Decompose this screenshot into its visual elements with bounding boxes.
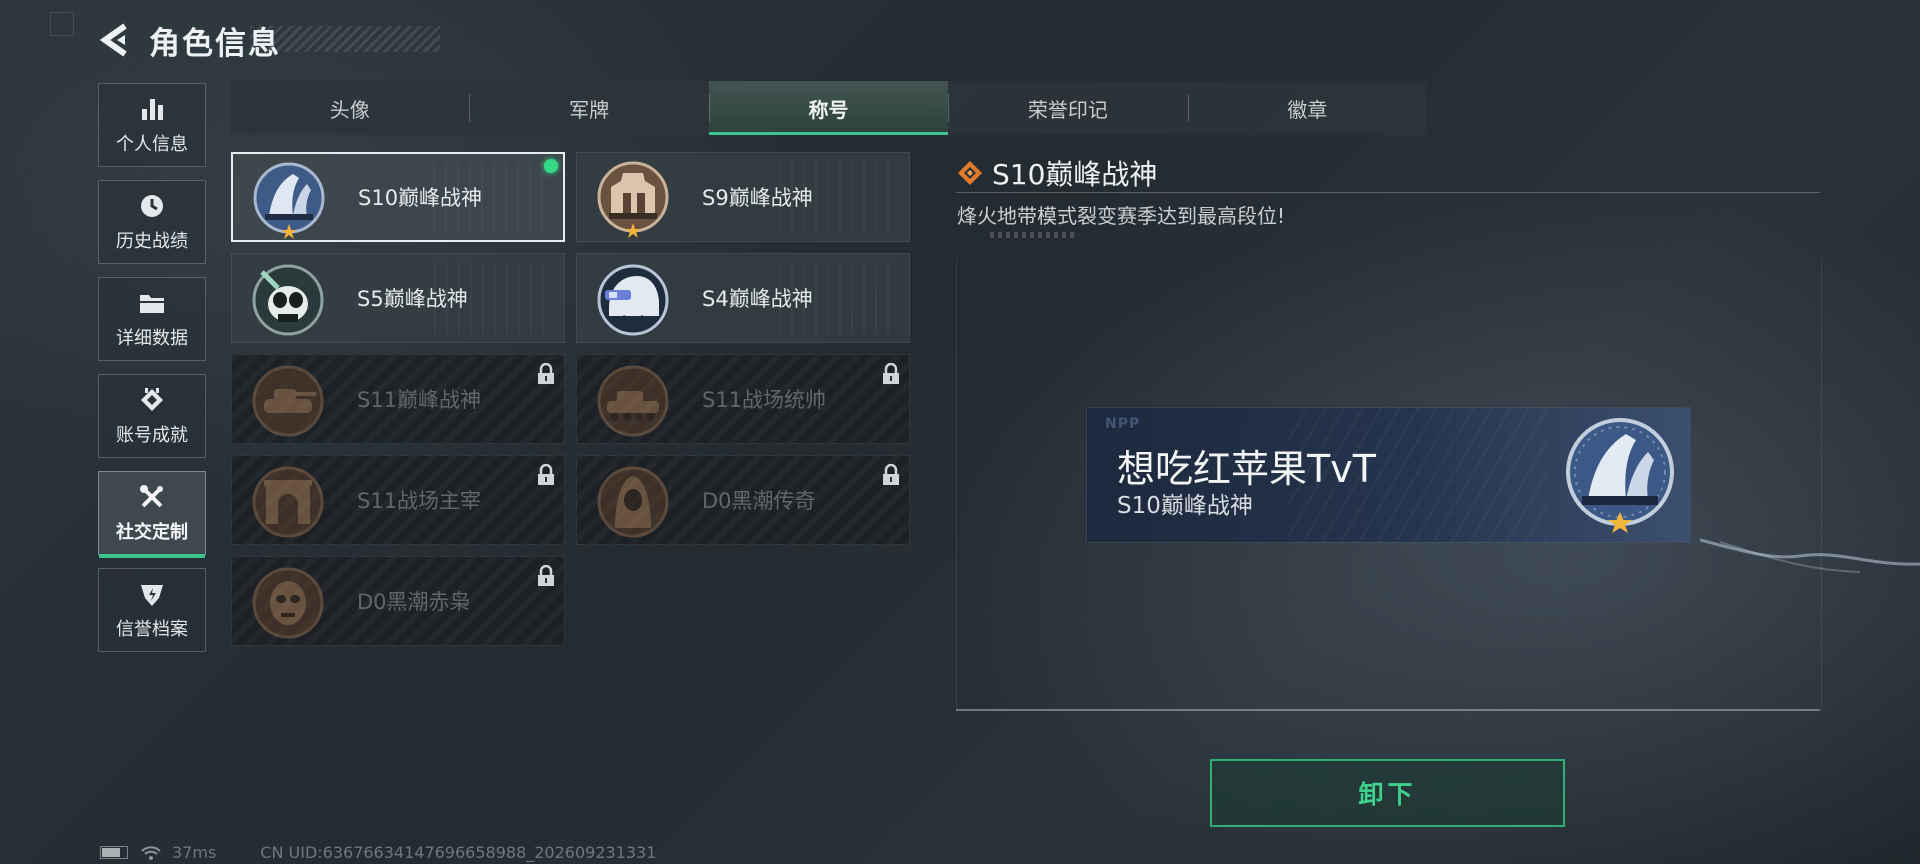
helmet-medal-icon — [597, 264, 669, 336]
folder-icon — [137, 288, 167, 318]
title-card[interactable]: S4巅峰战神 — [576, 253, 910, 343]
player-title: S10巅峰战神 — [1117, 493, 1253, 519]
detail-title: S10巅峰战神 — [992, 158, 1158, 191]
title-name: S11巅峰战神 — [357, 388, 482, 412]
user-uid: CN UID:6367663414769665898​8_20260923133… — [260, 843, 657, 862]
lightning-decoration — [1700, 538, 1920, 573]
tab-bar: 头像 军牌 称号 荣誉印记 徽章 — [230, 81, 1427, 135]
clock-icon — [137, 191, 167, 221]
sidebar-item-label: 详细数据 — [116, 328, 188, 349]
back-button[interactable] — [95, 20, 135, 60]
tab-title[interactable]: 称号 — [708, 81, 949, 135]
title-card[interactable]: S10巅峰战神 — [231, 152, 565, 242]
sidebar-item-achievements[interactable]: 账号成就 — [98, 374, 206, 458]
title-card[interactable]: S9巅峰战神 — [576, 152, 910, 242]
sidebar-item-credit[interactable]: 信誉档案 — [98, 568, 206, 652]
sidebar-item-profile[interactable]: 个人信息 — [98, 83, 206, 167]
tank-medal-icon — [252, 365, 324, 437]
sidebar-item-data[interactable]: 详细数据 — [98, 277, 206, 361]
title-name: S10巅峰战神 — [358, 186, 483, 210]
title-card[interactable]: D0黑潮赤枭 — [231, 556, 565, 646]
tower-medal-icon — [1566, 418, 1674, 533]
title-name: S4巅峰战神 — [702, 287, 813, 311]
corner-decoration — [50, 12, 74, 36]
title-name: S5巅峰战神 — [357, 287, 468, 311]
battery-icon — [100, 846, 128, 859]
header: 角色信息 — [95, 18, 281, 62]
title-card[interactable]: S11巅峰战神 — [231, 354, 565, 444]
page-title: 角色信息 — [149, 25, 281, 62]
title-card[interactable]: S11战场统帅 — [576, 354, 910, 444]
detail-header: S10巅峰战神 — [956, 153, 1157, 193]
tools-icon — [137, 482, 167, 512]
title-name: S11战场统帅 — [702, 388, 827, 412]
tab-honor-mark[interactable]: 荣誉印记 — [948, 81, 1187, 135]
lock-icon — [883, 464, 899, 485]
lock-icon — [538, 565, 554, 586]
title-card[interactable]: S11战场主宰 — [231, 455, 565, 545]
title-name: S11战场主宰 — [357, 489, 482, 513]
shield-icon — [137, 579, 167, 609]
title-name: S9巅峰战神 — [702, 186, 813, 210]
player-name: 想吃红苹果TvT — [1117, 447, 1376, 491]
wifi-icon — [141, 845, 161, 860]
sidebar-item-label: 个人信息 — [116, 134, 188, 155]
divider — [956, 709, 1820, 711]
skull-medal-icon — [252, 264, 324, 336]
achievement-icon — [137, 385, 167, 415]
lock-icon — [538, 464, 554, 485]
sidebar-item-label: 历史战绩 — [116, 231, 188, 252]
name-card-preview: NPP 想吃红苹果TvT S10巅峰战神 — [1087, 408, 1690, 542]
ping-value: 37ms — [172, 843, 217, 862]
sidebar-item-label: 账号成就 — [116, 425, 188, 446]
lock-icon — [883, 363, 899, 384]
unequip-button[interactable]: 卸下 — [1210, 759, 1565, 827]
detail-decoration — [990, 232, 1078, 238]
vehicle-medal-icon — [597, 365, 669, 437]
title-card[interactable]: S5巅峰战神 — [231, 253, 565, 343]
mask-medal-icon — [252, 567, 324, 639]
lock-icon — [538, 363, 554, 384]
name-card-logo: NPP — [1105, 416, 1141, 432]
tab-badge[interactable]: 徽章 — [1187, 81, 1427, 135]
arch-medal-icon — [252, 466, 324, 538]
sidebar: 个人信息 历史战绩 详细数据 账号成就 社交定制 信誉档案 — [98, 83, 208, 665]
equipped-indicator — [544, 159, 558, 173]
status-bar: 37ms CN UID:6367663414769665898​8_202609… — [100, 843, 656, 862]
tower-medal-icon — [253, 162, 325, 239]
sidebar-item-history[interactable]: 历史战绩 — [98, 180, 206, 264]
back-arrow-icon — [99, 23, 127, 57]
sidebar-item-label: 信誉档案 — [116, 619, 188, 640]
diamond-icon — [958, 161, 982, 185]
divider — [956, 192, 1820, 193]
title-name: D0黑潮赤枭 — [357, 590, 471, 614]
sidebar-item-label: 社交定制 — [116, 522, 188, 543]
title-name: D0黑潮传奇 — [702, 489, 816, 513]
hooded-medal-icon — [597, 466, 669, 538]
bar-chart-icon — [137, 94, 167, 124]
sidebar-item-social[interactable]: 社交定制 — [98, 471, 206, 558]
detail-description: 烽火地带模式裂变赛季达到最高段位! — [957, 204, 1286, 228]
tab-avatar[interactable]: 头像 — [230, 81, 469, 135]
tab-dog-tag[interactable]: 军牌 — [469, 81, 708, 135]
fortress-medal-icon — [597, 161, 669, 238]
title-card[interactable]: D0黑潮传奇 — [576, 455, 910, 545]
